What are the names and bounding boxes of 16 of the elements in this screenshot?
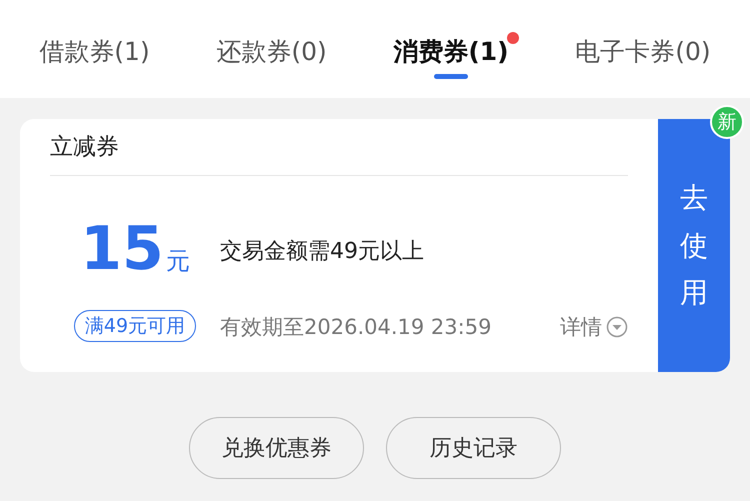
action-button[interactable]: 历史记录 xyxy=(386,417,561,479)
tab[interactable]: 消费券(1) xyxy=(393,34,509,70)
tab[interactable]: 电子卡券(0) xyxy=(575,34,711,70)
dropdown-icon[interactable] xyxy=(606,316,628,338)
action-button[interactable]: 兑换优惠券 xyxy=(189,417,364,479)
details-link[interactable]: 详情 xyxy=(560,313,602,341)
coupon-amount: 15 xyxy=(80,214,164,284)
coupon-description: 交易金额需49元以上 xyxy=(220,238,425,266)
validity-text: 有效期至2026.04.19 23:59 xyxy=(220,314,492,341)
coupon-title: 立减券 xyxy=(50,119,628,176)
tab[interactable]: 还款券(0) xyxy=(216,34,327,70)
tab-indicator xyxy=(434,74,468,79)
currency-unit: 元 xyxy=(166,246,190,277)
condition-tag: 满49元可用 xyxy=(74,310,196,342)
new-badge: 新 xyxy=(710,105,744,139)
tab[interactable]: 借款券(1) xyxy=(39,34,150,70)
